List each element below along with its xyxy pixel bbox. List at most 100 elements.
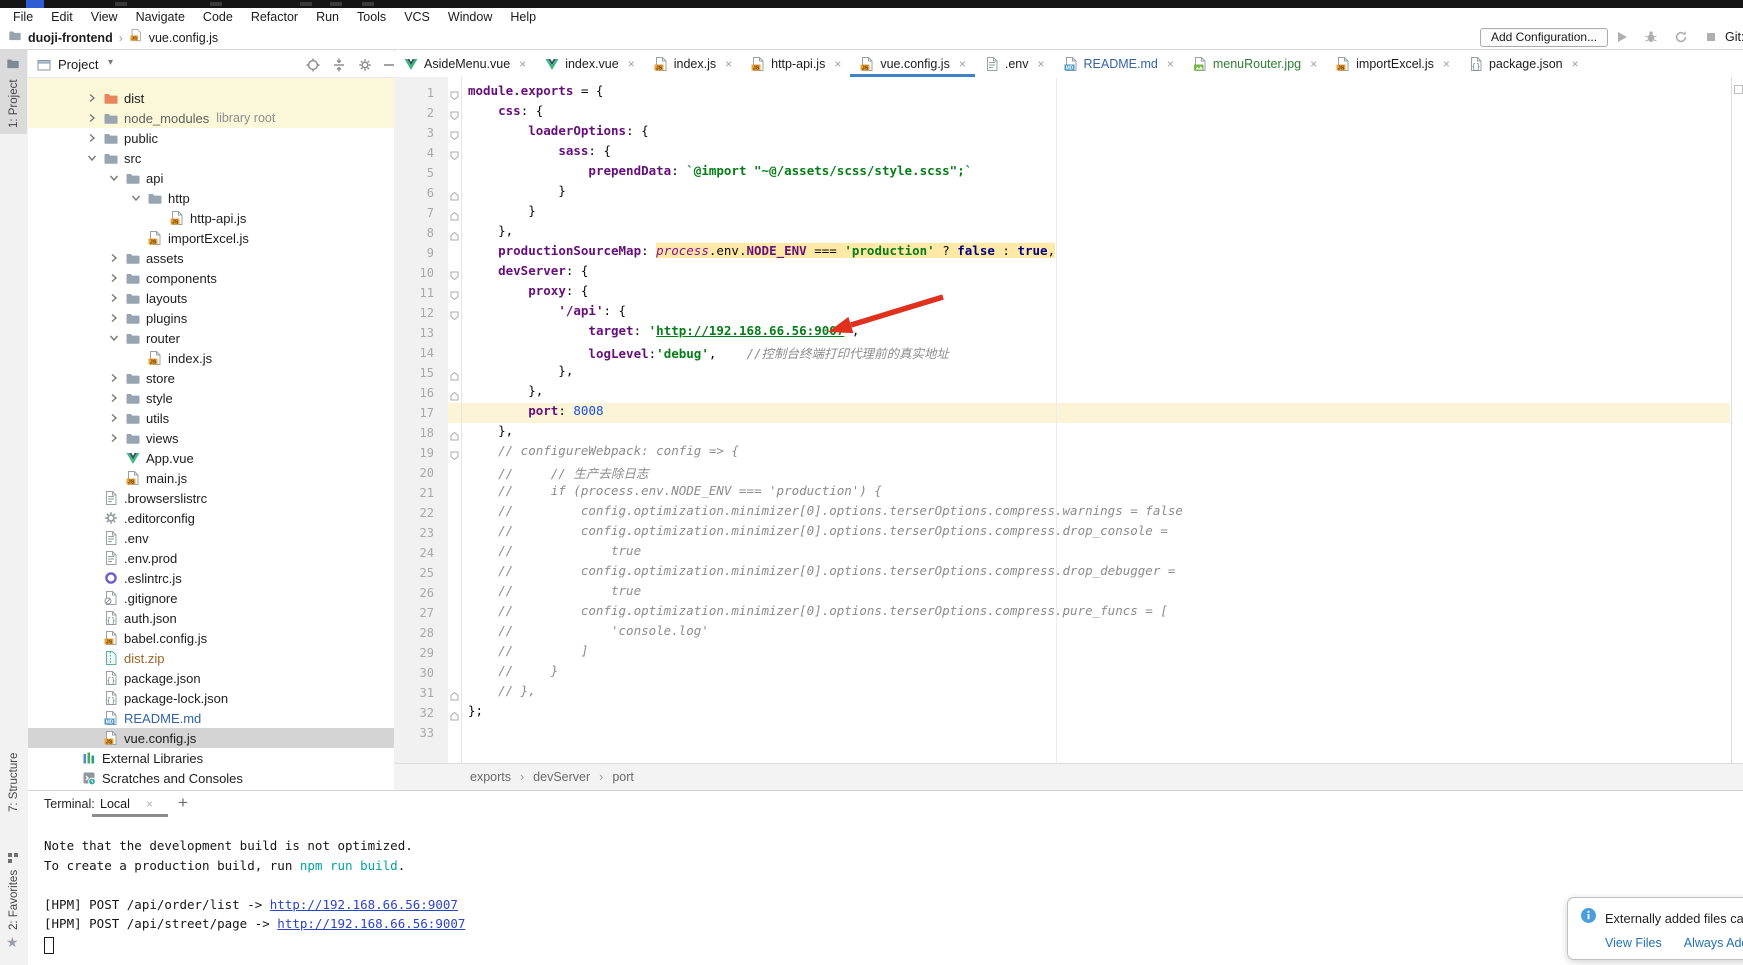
- code-line-31[interactable]: // },: [394, 683, 1730, 703]
- tree-item-.gitignore[interactable]: .gitignore: [28, 588, 394, 608]
- run-icon[interactable]: [1614, 29, 1630, 45]
- terminal-link[interactable]: http://192.168.66.56:9007: [270, 897, 458, 912]
- tree-item-http-api.js[interactable]: JShttp-api.js: [28, 208, 394, 228]
- close-icon[interactable]: ×: [1167, 57, 1174, 71]
- chevron-right-icon[interactable]: [106, 290, 125, 306]
- code-line-5[interactable]: prependData: `@import "~@/assets/scss/st…: [394, 163, 1730, 183]
- chevron-right-icon[interactable]: [106, 370, 125, 386]
- code-line-11[interactable]: proxy: {: [394, 283, 1730, 303]
- editor-breadcrumb-port[interactable]: port: [612, 770, 634, 784]
- code-editor[interactable]: 1234567891011121314151617181920212223242…: [394, 77, 1743, 763]
- tree-item-.eslintrc.js[interactable]: .eslintrc.js: [28, 568, 394, 588]
- tab-menuRouter.jpg[interactable]: menuRouter.jpg×: [1183, 51, 1326, 77]
- code-line-17[interactable]: port: 8008: [394, 403, 1730, 423]
- chevron-down-icon[interactable]: [84, 150, 103, 166]
- code-line-27[interactable]: // config.optimization.minimizer[0].opti…: [394, 603, 1730, 623]
- tree-item-External Libraries[interactable]: External Libraries: [28, 748, 394, 768]
- tree-item-assets[interactable]: assets: [28, 248, 394, 268]
- tree-item-.browserslistrc[interactable]: .browserslistrc: [28, 488, 394, 508]
- tree-item-dist[interactable]: dist: [28, 88, 394, 108]
- tree-item-Scratches and Consoles[interactable]: Scratches and Consoles: [28, 768, 394, 788]
- chevron-right-icon[interactable]: [84, 130, 103, 146]
- tree-item-importExcel.js[interactable]: JSimportExcel.js: [28, 228, 394, 248]
- tree-item-package-lock.json[interactable]: {}package-lock.json: [28, 688, 394, 708]
- structure-stripe-label[interactable]: 7: Structure: [8, 753, 20, 812]
- tree-item-babel.config.js[interactable]: JSbabel.config.js: [28, 628, 394, 648]
- code-line-15[interactable]: },: [394, 363, 1730, 383]
- tree-item-api[interactable]: api: [28, 168, 394, 188]
- favorites-stripe-label[interactable]: 2: Favorites: [8, 870, 20, 930]
- project-panel-title[interactable]: Project: [58, 57, 98, 72]
- code-line-12[interactable]: '/api': {: [394, 303, 1730, 323]
- code-line-18[interactable]: },: [394, 423, 1730, 443]
- tree-item-auth.json[interactable]: {}auth.json: [28, 608, 394, 628]
- chevron-right-icon[interactable]: [84, 110, 103, 126]
- code-line-14[interactable]: logLevel:'debug', //控制台终端打印代理前的真实地址: [394, 343, 1730, 363]
- close-icon[interactable]: ×: [146, 797, 153, 811]
- project-stripe-label[interactable]: 1: Project: [8, 79, 20, 128]
- tree-item-index.js[interactable]: JSindex.js: [28, 348, 394, 368]
- tree-item-style[interactable]: style: [28, 388, 394, 408]
- menu-code[interactable]: Code: [194, 8, 242, 26]
- tab-README.md[interactable]: MDREADME.md×: [1054, 51, 1183, 77]
- notification-action-view-files[interactable]: View Files: [1605, 936, 1662, 950]
- tree-item-src[interactable]: src: [28, 148, 394, 168]
- editor-breadcrumb-exports[interactable]: exports: [470, 770, 511, 784]
- gear-icon[interactable]: [357, 57, 373, 73]
- code-line-21[interactable]: // if (process.env.NODE_ENV === 'product…: [394, 483, 1730, 503]
- menu-tools[interactable]: Tools: [348, 8, 395, 26]
- tree-item-http[interactable]: http: [28, 188, 394, 208]
- code-line-22[interactable]: // config.optimization.minimizer[0].opti…: [394, 503, 1730, 523]
- tree-item-plugins[interactable]: plugins: [28, 308, 394, 328]
- tab-package.json[interactable]: {}package.json×: [1459, 51, 1588, 77]
- code-line-6[interactable]: }: [394, 183, 1730, 203]
- code-line-23[interactable]: // config.optimization.minimizer[0].opti…: [394, 523, 1730, 543]
- tree-item-components[interactable]: components: [28, 268, 394, 288]
- stop-icon[interactable]: [1703, 29, 1719, 45]
- code-line-20[interactable]: // // 生产去除日志: [394, 463, 1730, 483]
- code-line-7[interactable]: }: [394, 203, 1730, 223]
- update-icon[interactable]: [1673, 29, 1689, 45]
- tab-importExcel.js[interactable]: JSimportExcel.js×: [1326, 51, 1459, 77]
- terminal-tab-local[interactable]: Local: [100, 797, 130, 811]
- chevron-right-icon[interactable]: [106, 250, 125, 266]
- code-line-33[interactable]: [394, 723, 1730, 743]
- chevron-right-icon[interactable]: [106, 390, 125, 406]
- menu-refactor[interactable]: Refactor: [242, 8, 307, 26]
- code-line-32[interactable]: };: [394, 703, 1730, 723]
- chevron-down-icon[interactable]: [106, 170, 125, 186]
- code-line-19[interactable]: // configureWebpack: config => {: [394, 443, 1730, 463]
- notification-action-always-add[interactable]: Always Add: [1684, 936, 1743, 950]
- chevron-down-icon[interactable]: [106, 330, 125, 346]
- tree-item-utils[interactable]: utils: [28, 408, 394, 428]
- tree-item-.env[interactable]: .env: [28, 528, 394, 548]
- tab-index.vue[interactable]: index.vue×: [535, 51, 644, 77]
- chevron-right-icon[interactable]: [106, 270, 125, 286]
- terminal-link[interactable]: http://192.168.66.56:9007: [277, 916, 465, 931]
- tree-item-README.md[interactable]: MDREADME.md: [28, 708, 394, 728]
- close-icon[interactable]: ×: [519, 57, 526, 71]
- menu-window[interactable]: Window: [439, 8, 501, 26]
- close-icon[interactable]: ×: [725, 57, 732, 71]
- menu-edit[interactable]: Edit: [42, 8, 82, 26]
- breadcrumb-file[interactable]: vue.config.js: [149, 31, 218, 45]
- chevron-right-icon[interactable]: [106, 410, 125, 426]
- close-icon[interactable]: ×: [834, 57, 841, 71]
- close-icon[interactable]: ×: [1037, 57, 1044, 71]
- tab-http-api.js[interactable]: JShttp-api.js×: [741, 51, 850, 77]
- inspection-status-icon[interactable]: [1734, 85, 1743, 94]
- new-terminal-icon[interactable]: +: [178, 793, 188, 813]
- tree-item-node_modules[interactable]: node_moduleslibrary root: [28, 108, 394, 128]
- code-line-16[interactable]: },: [394, 383, 1730, 403]
- code-line-24[interactable]: // true: [394, 543, 1730, 563]
- tree-item-vue.config.js[interactable]: JSvue.config.js: [28, 728, 394, 748]
- debug-bug-icon[interactable]: [1643, 29, 1659, 45]
- breadcrumb-project[interactable]: duoji-frontend: [28, 31, 113, 45]
- menu-file[interactable]: File: [4, 8, 42, 26]
- editor-breadcrumb-devServer[interactable]: devServer: [533, 770, 590, 784]
- tree-item-dist.zip[interactable]: dist.zip: [28, 648, 394, 668]
- favorites-star-icon[interactable]: ★: [6, 934, 19, 951]
- code-line-8[interactable]: },: [394, 223, 1730, 243]
- tab-AsideMenu.vue[interactable]: AsideMenu.vue×: [394, 51, 535, 77]
- tree-item-main.js[interactable]: JSmain.js: [28, 468, 394, 488]
